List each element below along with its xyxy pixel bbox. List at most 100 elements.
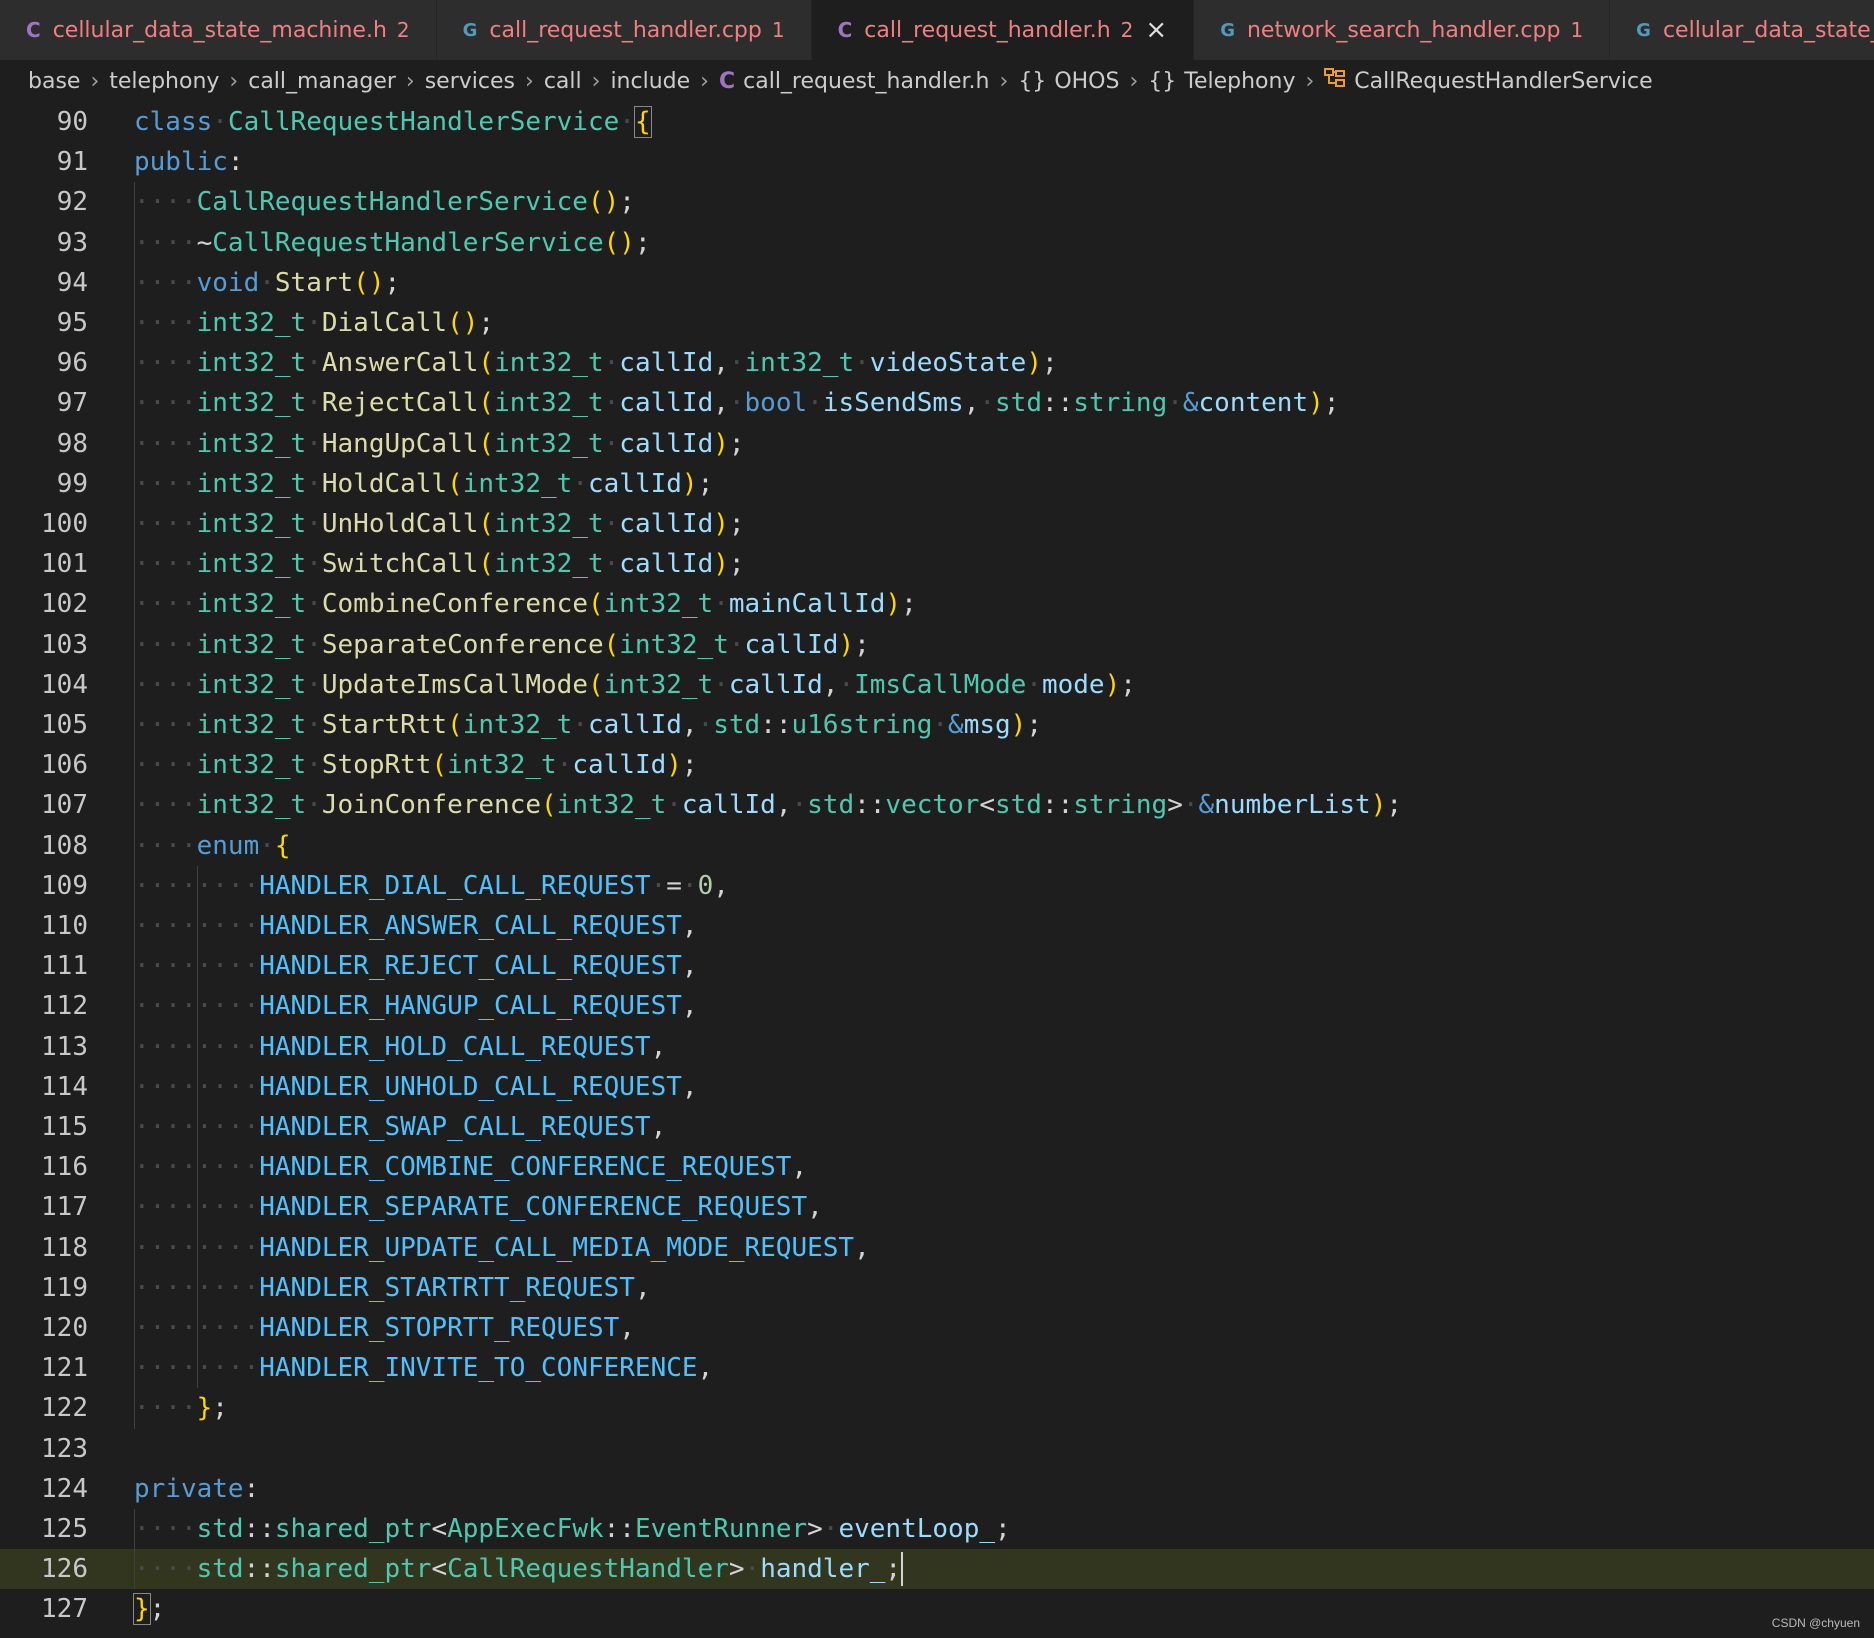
code-line[interactable]: 95 ···· int32_t · DialCall();: [0, 303, 1874, 344]
code-token: mode: [1041, 669, 1105, 700]
tab-0[interactable]: Ccellular_data_state_machine.h 2: [0, 0, 437, 60]
code-line[interactable]: 125 ···· std:: shared_ptr < AppExecFwk:: Event…: [0, 1509, 1874, 1550]
code-token: ,: [681, 911, 698, 942]
code-token: ,: [697, 1353, 714, 1384]
tab-label: network_search_handler.cpp: [1246, 17, 1561, 43]
whitespace-marker: ····: [134, 1554, 197, 1585]
code-line[interactable]: 119 ···· ···· HANDLER_STARTRTT_REQUEST,: [0, 1267, 1874, 1308]
code-token: ::: [243, 1514, 275, 1545]
whitespace-marker: ·: [603, 509, 620, 540]
code-line[interactable]: 102 ···· int32_t · CombineConference(int32_t…: [0, 584, 1874, 625]
code-line[interactable]: 90 class · CallRequestHandlerService ·{: [0, 102, 1874, 142]
code-token: Start: [274, 267, 354, 298]
line-content: public:: [134, 142, 244, 182]
code-token: ): [681, 468, 698, 499]
code-line[interactable]: 96 ···· int32_t · AnswerCall(int32_t · callId,…: [0, 343, 1874, 384]
code-line[interactable]: 122 ····};: [0, 1388, 1874, 1429]
code-line[interactable]: 121 ···· ···· HANDLER_INVITE_TO_CONFERENCE,: [0, 1348, 1874, 1389]
breadcrumb-item[interactable]: include: [610, 69, 690, 94]
code-line[interactable]: 116 ···· ···· HANDLER_COMBINE_CONFERENCE_RE…: [0, 1147, 1874, 1188]
line-number: 101: [41, 549, 88, 580]
code-line[interactable]: 106 ···· int32_t · StopRtt(int32_t · callId);: [0, 745, 1874, 786]
code-token: ,: [634, 1272, 651, 1303]
code-line[interactable]: 94 ···· void · Start();: [0, 262, 1874, 303]
code-line[interactable]: 127};: [0, 1589, 1874, 1629]
code-line[interactable]: 92 ···· CallRequestHandlerService();: [0, 182, 1874, 223]
code-token: =: [666, 870, 682, 901]
code-line[interactable]: 120 ···· ···· HANDLER_STOPRTT_REQUEST,: [0, 1308, 1874, 1349]
code-token: string: [1073, 388, 1168, 419]
breadcrumb-item[interactable]: call_manager: [248, 69, 396, 94]
code-token: ): [838, 629, 855, 660]
breadcrumb-file[interactable]: Ccall_request_handler.h: [719, 69, 990, 94]
code-line[interactable]: 126 ···· std:: shared_ptr < CallRequestHandle…: [0, 1549, 1874, 1590]
code-token: <: [431, 1554, 448, 1585]
code-line[interactable]: 100 ···· int32_t · UnHoldCall(int32_t · callId…: [0, 504, 1874, 545]
line-number: 107: [41, 790, 88, 821]
code-line[interactable]: 109 ···· ···· HANDLER_DIAL_CALL_REQUEST · = · 0…: [0, 865, 1874, 906]
code-line[interactable]: 98 ···· int32_t · HangUpCall(int32_t · callId)…: [0, 423, 1874, 464]
code-token: int32_t: [494, 549, 604, 580]
line-number: 100: [41, 509, 88, 540]
code-line[interactable]: 113 ···· ···· HANDLER_HOLD_CALL_REQUEST,: [0, 1026, 1874, 1067]
code-line[interactable]: 93 ···· ~ CallRequestHandlerService();: [0, 222, 1874, 263]
code-token: ;: [901, 589, 917, 620]
breadcrumb-class[interactable]: CallRequestHandlerService: [1324, 67, 1653, 95]
line-content: ···· void · Start();: [134, 263, 400, 303]
cpp-file-icon: G: [1220, 19, 1235, 41]
line-content: ···· int32_t · HangUpCall(int32_t · callId);: [134, 424, 745, 464]
code-line[interactable]: 124 private:: [0, 1469, 1874, 1509]
cpp-file-icon: G: [462, 19, 478, 41]
code-token: int32_t: [196, 669, 307, 700]
code-token: ): [1010, 710, 1027, 741]
code-line[interactable]: 115 ···· ···· HANDLER_SWAP_CALL_REQUEST,: [0, 1107, 1874, 1148]
code-token: mainCallId: [728, 589, 886, 620]
line-number: 98: [56, 428, 88, 459]
code-token: HangUpCall: [321, 428, 479, 459]
breadcrumb-item[interactable]: services: [425, 69, 515, 94]
tab-4[interactable]: Gcellular_data_state_machine: [1610, 0, 1874, 60]
code-token: std: [196, 1514, 244, 1545]
code-token: (: [478, 509, 495, 540]
code-token: class: [134, 107, 213, 138]
code-line[interactable]: 104 ···· int32_t · UpdateImsCallMode(int32_t…: [0, 664, 1874, 705]
code-token: vector: [885, 790, 980, 821]
line-number: 104: [41, 669, 88, 700]
code-line[interactable]: 108 ···· enum ·{: [0, 825, 1874, 866]
code-token: msg: [963, 710, 1011, 741]
code-line[interactable]: 111 ···· ···· HANDLER_REJECT_CALL_REQUEST,: [0, 946, 1874, 987]
breadcrumb-namespace[interactable]: {} OHOS: [1018, 69, 1119, 94]
code-token: int32_t: [196, 348, 307, 379]
code-line[interactable]: 118 ···· ···· HANDLER_UPDATE_CALL_MEDIA_MOD…: [0, 1227, 1874, 1268]
whitespace-marker: ····: [134, 549, 197, 580]
code-token: <: [431, 1514, 448, 1545]
code-line[interactable]: 110 ···· ···· HANDLER_ANSWER_CALL_REQUEST,: [0, 906, 1874, 947]
close-icon[interactable]: ×: [1145, 17, 1167, 43]
code-line[interactable]: 114 ···· ···· HANDLER_UNHOLD_CALL_REQUEST,: [0, 1066, 1874, 1107]
code-line[interactable]: 97 ···· int32_t · RejectCall(int32_t · callId,…: [0, 383, 1874, 424]
tab-2[interactable]: Ccall_request_handler.h 2 ×: [811, 0, 1195, 60]
code-line[interactable]: 105 ···· int32_t · StartRtt(int32_t · callId, ·…: [0, 705, 1874, 746]
tab-1[interactable]: Gcall_request_handler.cpp 1: [436, 0, 812, 60]
tab-3[interactable]: Gnetwork_search_handler.cpp 1: [1194, 0, 1611, 60]
code-line[interactable]: 99 ···· int32_t · HoldCall(int32_t · callId);: [0, 463, 1874, 504]
code-line[interactable]: 103 ···· int32_t · SeparateConference(int32_…: [0, 624, 1874, 665]
breadcrumb-namespace[interactable]: {} Telephony: [1148, 69, 1295, 94]
code-token: ;: [1323, 388, 1340, 419]
breadcrumb-item[interactable]: base: [28, 69, 80, 94]
code-line[interactable]: 91 public:: [0, 142, 1874, 182]
code-line[interactable]: 101 ···· int32_t · SwitchCall(int32_t · callId…: [0, 544, 1874, 585]
code-token: callId: [744, 629, 839, 660]
code-token: ;: [384, 267, 401, 298]
code-token: ,: [713, 348, 729, 379]
code-token: EventRunner: [634, 1514, 808, 1545]
breadcrumb-item[interactable]: call: [544, 69, 582, 94]
code-token: public: [134, 147, 228, 178]
breadcrumb-item[interactable]: telephony: [109, 69, 219, 94]
code-line[interactable]: 123: [0, 1429, 1874, 1469]
code-editor[interactable]: 90 class · CallRequestHandlerService ·{91 pub…: [0, 102, 1874, 1638]
code-line[interactable]: 117 ···· ···· HANDLER_SEPARATE_CONFERENCE_R…: [0, 1187, 1874, 1228]
whitespace-marker: ····: [134, 1152, 197, 1183]
code-line[interactable]: 107 ···· int32_t · JoinConference(int32_t · ca…: [0, 785, 1874, 826]
code-line[interactable]: 112 ···· ···· HANDLER_HANGUP_CALL_REQUEST,: [0, 986, 1874, 1027]
